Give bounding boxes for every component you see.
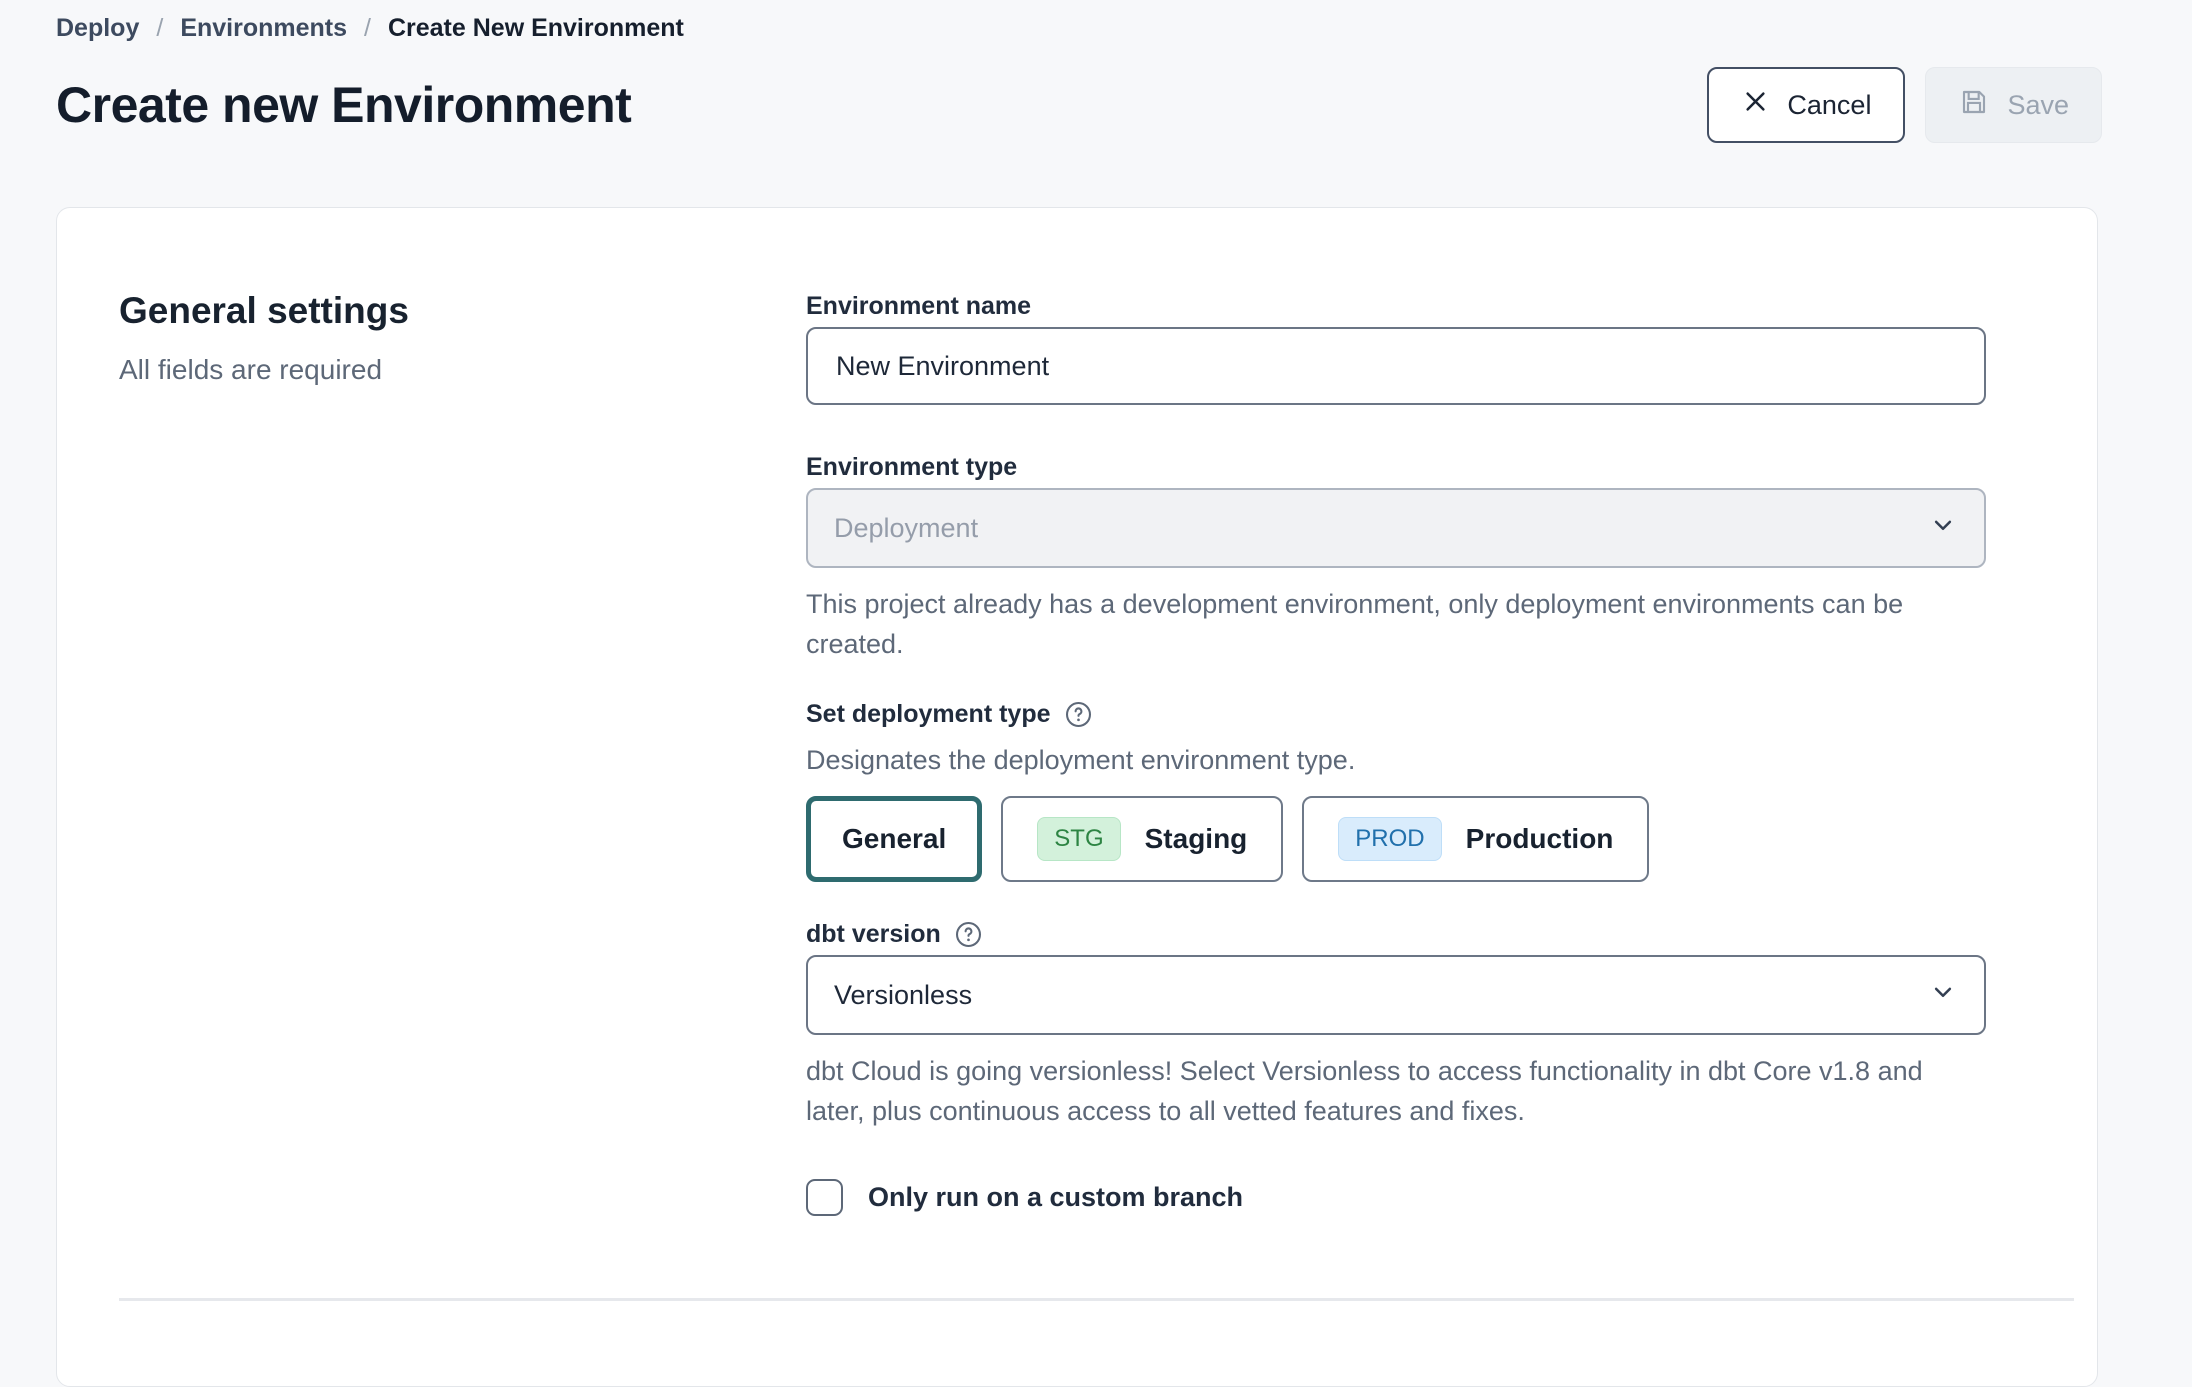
environment-type-select: Deployment xyxy=(806,488,1986,568)
help-icon[interactable] xyxy=(1064,700,1093,729)
section-divider xyxy=(119,1298,2074,1301)
deployment-type-option-general-label: General xyxy=(842,823,946,855)
close-icon xyxy=(1741,87,1770,123)
environment-name-group: Environment name xyxy=(806,290,1986,405)
environment-type-value: Deployment xyxy=(834,513,978,544)
custom-branch-checkbox[interactable] xyxy=(806,1179,843,1216)
chevron-down-icon xyxy=(1928,977,1958,1014)
deployment-type-option-production[interactable]: PROD Production xyxy=(1302,796,1649,882)
deployment-type-label-text: Set deployment type xyxy=(806,698,1051,730)
environment-type-label: Environment type xyxy=(806,451,1986,483)
custom-branch-row: Only run on a custom branch xyxy=(806,1179,1986,1216)
general-settings-card: General settings All fields are required… xyxy=(56,207,2098,1387)
environment-form: Environment name Environment type Deploy… xyxy=(806,290,1986,1216)
deployment-type-helper: Designates the deployment environment ty… xyxy=(806,740,1986,780)
breadcrumb-item-create-new-environment: Create New Environment xyxy=(388,14,684,43)
save-icon xyxy=(1958,86,1990,125)
environment-type-group: Environment type Deployment This project… xyxy=(806,451,1986,664)
dbt-version-select[interactable]: Versionless xyxy=(806,955,1986,1035)
page-title: Create new Environment xyxy=(56,76,631,134)
help-icon[interactable] xyxy=(954,920,983,949)
section-title: General settings xyxy=(119,290,806,332)
breadcrumb-item-deploy[interactable]: Deploy xyxy=(56,14,139,43)
deployment-type-option-production-label: Production xyxy=(1466,823,1614,855)
page: Deploy / Environments / Create New Envir… xyxy=(0,0,2192,1387)
deployment-type-option-staging[interactable]: STG Staging xyxy=(1001,796,1283,882)
dbt-version-label-text: dbt version xyxy=(806,918,941,950)
environment-type-helper: This project already has a development e… xyxy=(806,584,1971,664)
deployment-type-option-staging-label: Staging xyxy=(1145,823,1248,855)
dbt-version-value: Versionless xyxy=(834,980,972,1011)
environment-name-label: Environment name xyxy=(806,290,1986,322)
dbt-version-label: dbt version xyxy=(806,918,1986,950)
deployment-type-options: General STG Staging PROD Production xyxy=(806,796,1986,882)
save-button[interactable]: Save xyxy=(1925,67,2102,143)
cancel-button[interactable]: Cancel xyxy=(1707,67,1905,143)
deployment-type-option-general[interactable]: General xyxy=(806,796,982,882)
production-badge: PROD xyxy=(1338,817,1441,861)
chevron-down-icon xyxy=(1928,510,1958,547)
page-header: Create new Environment Cancel Save xyxy=(56,67,2192,143)
section-intro: General settings All fields are required xyxy=(119,290,806,1216)
section-subtitle: All fields are required xyxy=(119,354,806,386)
cancel-button-label: Cancel xyxy=(1787,90,1871,121)
header-actions: Cancel Save xyxy=(1707,67,2102,143)
breadcrumb-separator: / xyxy=(156,14,163,43)
environment-name-input[interactable] xyxy=(806,327,1986,405)
breadcrumb-separator: / xyxy=(364,14,371,43)
dbt-version-group: dbt version Versionless dbt Cloud is goi… xyxy=(806,918,1986,1131)
dbt-version-helper: dbt Cloud is going versionless! Select V… xyxy=(806,1051,1971,1131)
breadcrumb-item-environments[interactable]: Environments xyxy=(180,14,347,43)
staging-badge: STG xyxy=(1037,817,1120,861)
deployment-type-label: Set deployment type xyxy=(806,698,1986,730)
save-button-label: Save xyxy=(2007,90,2069,121)
breadcrumb: Deploy / Environments / Create New Envir… xyxy=(56,14,2192,43)
custom-branch-label: Only run on a custom branch xyxy=(868,1182,1243,1213)
deployment-type-group: Set deployment type Designates the deplo… xyxy=(806,698,1986,882)
